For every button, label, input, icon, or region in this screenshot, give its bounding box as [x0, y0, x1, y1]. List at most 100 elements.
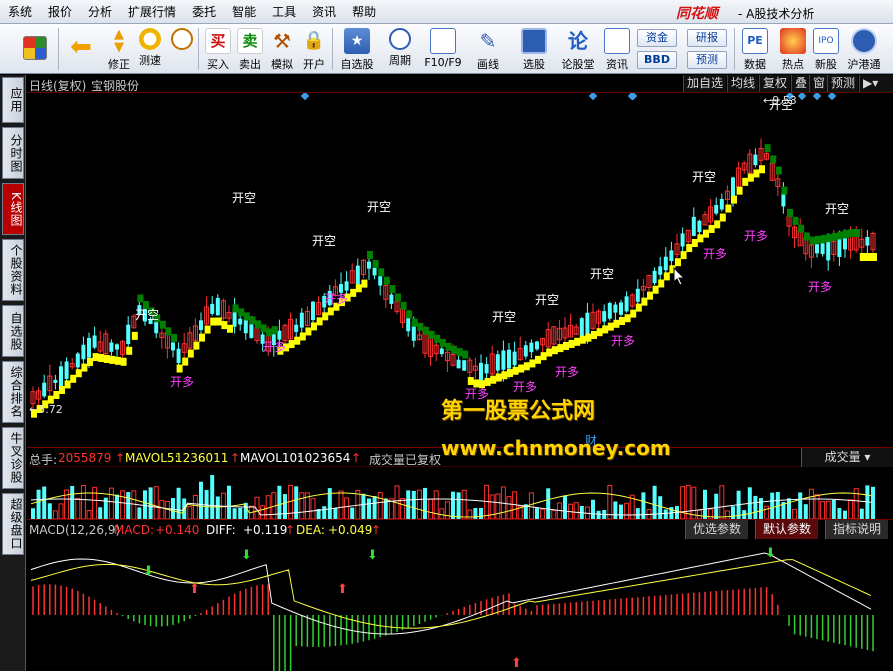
support-step	[350, 288, 357, 297]
volume-bar-down	[322, 506, 327, 519]
resistance-step	[854, 229, 861, 237]
mavol10-value: 1023654	[297, 451, 351, 465]
tab-stock-profile[interactable]: 个股资料	[2, 239, 24, 301]
support-step	[708, 225, 715, 233]
draw-line-label: 画线	[477, 58, 499, 71]
support-step	[87, 358, 93, 366]
add-watchlist-button[interactable]: 加自选	[683, 75, 727, 92]
restore-rights-button[interactable]: 复权	[759, 75, 791, 92]
resistance-step	[411, 318, 418, 327]
new-stock-button[interactable]: IPO 新股	[810, 26, 842, 72]
support-step	[652, 285, 659, 294]
resistance-step	[406, 310, 413, 319]
menu-item-extended-market[interactable]: 扩展行情	[120, 0, 184, 24]
speed-clock-button[interactable]	[168, 26, 196, 72]
tab-intraday[interactable]: 分时图	[2, 127, 24, 179]
tab-ranking[interactable]: 综合排名	[2, 361, 24, 423]
default-params-button[interactable]: 默认参数	[755, 520, 819, 539]
resistance-step	[775, 166, 782, 175]
watermark-url: www.chnmoney.com	[441, 436, 671, 460]
overlay-button[interactable]: 叠	[791, 75, 811, 92]
support-step	[871, 253, 877, 261]
volume-indicator-select[interactable]: 成交量 ▾	[801, 448, 893, 467]
simulate-button[interactable]: ⚒ 模拟	[267, 26, 297, 72]
resistance-step	[826, 234, 833, 243]
period-label[interactable]: 日线(复权)	[29, 77, 86, 94]
tab-kline[interactable]: K线图	[2, 183, 24, 235]
open-account-button[interactable]: 🔒 开户	[299, 26, 329, 72]
hk-connect-button[interactable]: 沪港通	[844, 26, 884, 72]
candle-down	[865, 236, 870, 246]
support-step	[187, 349, 194, 358]
capital-button[interactable]: 资金	[637, 29, 677, 47]
support-step	[574, 337, 581, 346]
support-step	[624, 314, 631, 323]
hot-topic-button[interactable]: 热点	[776, 26, 810, 72]
menu-item-tools[interactable]: 工具	[264, 0, 304, 24]
watchlist-button[interactable]: ★ 自选股	[336, 26, 378, 72]
back-button[interactable]: ⬅	[64, 26, 98, 72]
news-button[interactable]: 资讯	[600, 26, 634, 72]
menu-item-trade[interactable]: 委托	[184, 0, 224, 24]
menu-item-analysis[interactable]: 分析	[80, 0, 120, 24]
support-step	[490, 375, 497, 384]
adjust-button[interactable]: ▲ ▼ 修正	[104, 26, 134, 72]
volume-chart[interactable]	[27, 467, 893, 519]
buy-signal-arrow-icon: ⬆	[337, 582, 348, 597]
volume-bar-down	[759, 498, 763, 519]
sell-button[interactable]: 卖 卖出	[235, 26, 265, 72]
bbd-button[interactable]: BBD	[637, 51, 677, 69]
ma-button[interactable]: 均线	[727, 75, 759, 92]
resistance-step	[395, 293, 401, 302]
support-step	[467, 377, 474, 386]
support-step	[98, 354, 105, 363]
tab-diagnosis[interactable]: 牛叉诊股	[2, 427, 24, 489]
data-button[interactable]: PE 数据	[738, 26, 772, 72]
resistance-step	[165, 327, 172, 336]
resistance-step	[372, 259, 379, 268]
forecast-button[interactable]: 预测	[687, 51, 727, 69]
volume-bar-down	[798, 492, 803, 519]
menu-item-news[interactable]: 资讯	[304, 0, 344, 24]
forum-button[interactable]: 论 论股堂	[557, 26, 599, 72]
macd-name[interactable]: MACD(12,26,9)	[29, 523, 120, 537]
chart-area[interactable]: 日线(复权) 宝钢股份 加自选 均线 复权 叠 窗 预测 ▶▾ 开空 开空 开空 开空…	[27, 75, 893, 671]
resistance-step	[434, 334, 441, 343]
menu-item-smart[interactable]: 智能	[224, 0, 264, 24]
tab-watchlist[interactable]: 自选股	[2, 305, 24, 357]
mouse-cursor-icon	[673, 267, 686, 286]
forecast-toggle-button[interactable]: 预测	[827, 75, 859, 92]
research-button[interactable]: 研报	[687, 29, 727, 47]
speed-test-button[interactable]: 测速	[136, 26, 164, 72]
windows-grid-button[interactable]	[18, 26, 52, 72]
signal-open-short: 开空	[135, 308, 159, 322]
tab-super-orderbook[interactable]: 超级盘口	[2, 493, 24, 555]
signal-open-long: 开多	[170, 375, 194, 389]
menu-item-help[interactable]: 帮助	[344, 0, 384, 24]
volume-bar-down	[148, 487, 153, 519]
draw-line-button[interactable]: ✎ 画线	[470, 26, 506, 72]
diff-up-arrow-icon: ↑	[285, 523, 296, 537]
support-step	[585, 333, 592, 342]
period-button[interactable]: 周期	[382, 26, 418, 72]
low-price-label: ←5.72	[29, 403, 63, 416]
buy-button[interactable]: 买 买入	[203, 26, 233, 72]
macd-chart[interactable]: ⬇ ⬇ ⬇ ⬇ ⬆ ⬆ ⬆	[27, 539, 893, 671]
volume-bar-down	[596, 510, 601, 519]
volume-bar-down	[411, 490, 416, 519]
tab-apps[interactable]: 应用	[2, 77, 24, 123]
resistance-step	[238, 308, 245, 317]
collapse-arrow-icon[interactable]: ▶▾	[859, 75, 893, 92]
indicator-help-button[interactable]: 指标说明	[825, 520, 889, 539]
menu-item-system[interactable]: 系统	[0, 0, 40, 24]
candle-down	[277, 330, 282, 340]
optimized-params-button[interactable]: 优选参数	[685, 520, 749, 539]
volume-bar-down	[210, 475, 215, 519]
f10-button[interactable]: F10/F9	[420, 26, 466, 72]
resistance-step	[367, 251, 373, 259]
menu-item-quote[interactable]: 报价	[40, 0, 80, 24]
volume-bar-down	[47, 503, 52, 519]
sell-signal-arrow-icon: ⬇	[765, 546, 776, 561]
window-button[interactable]: 窗	[809, 75, 829, 92]
stock-screen-button[interactable]: 选股	[516, 26, 552, 72]
